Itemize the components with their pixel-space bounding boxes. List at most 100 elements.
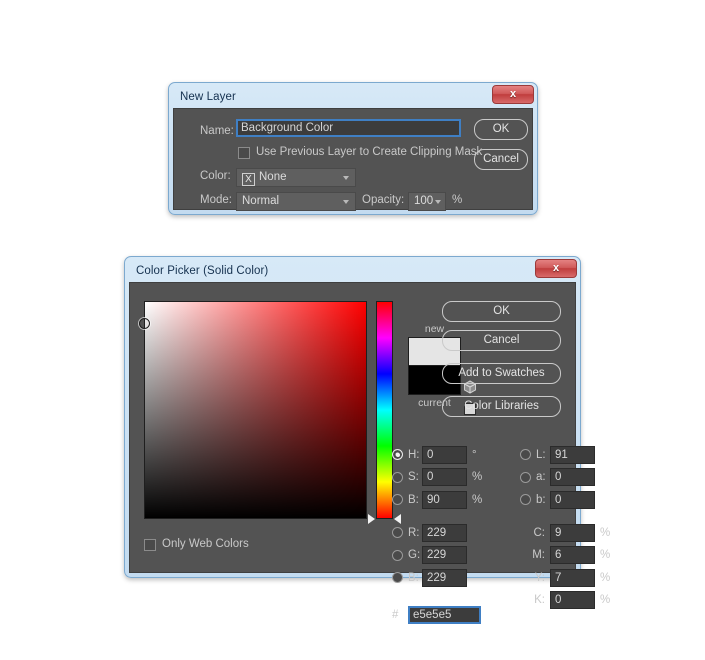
cmyk-row: K: %: [520, 591, 612, 610]
hex-prefix-label: #: [392, 609, 408, 621]
opacity-value: 100: [414, 195, 433, 207]
radio-b-blue[interactable]: [392, 572, 403, 583]
add-to-swatches-button[interactable]: Add to Swatches: [442, 363, 561, 384]
cmyk-row: M: %: [520, 546, 612, 565]
new-layer-title-text: New Layer: [180, 91, 236, 103]
rgb-row: G:: [392, 546, 484, 565]
hex-input[interactable]: [408, 606, 481, 624]
g-label: G:: [408, 549, 422, 561]
s-label: S:: [408, 471, 422, 483]
name-label: Name:: [200, 125, 234, 137]
hue-slider[interactable]: [376, 301, 393, 519]
b-lab-input[interactable]: [550, 491, 595, 509]
y-input[interactable]: [550, 569, 595, 587]
lab-row: L:: [520, 445, 612, 464]
l-label: L:: [536, 449, 550, 461]
hsb-row: S: %: [392, 468, 484, 487]
h-unit: °: [472, 449, 484, 461]
h-label: H:: [408, 449, 422, 461]
cmyk-row: Y: %: [520, 568, 612, 587]
color-picker-titlebar: Color Picker (Solid Color): [129, 261, 576, 282]
l-input[interactable]: [550, 446, 595, 464]
rgb-group: R: G: B:: [392, 523, 484, 591]
k-input[interactable]: [550, 591, 595, 609]
b-blue-input[interactable]: [422, 569, 467, 587]
cmyk-group: C: % M: % Y: % K:: [520, 523, 612, 613]
chevron-down-icon: [343, 200, 349, 204]
saturation-brightness-field[interactable]: [144, 301, 367, 519]
new-layer-cancel-button[interactable]: Cancel: [474, 149, 528, 170]
hsb-group: H: ° S: % B: %: [392, 445, 484, 513]
radio-r[interactable]: [392, 527, 403, 538]
b-brightness-input[interactable]: [422, 491, 467, 509]
new-layer-name-row: Name:: [200, 121, 234, 139]
radio-h[interactable]: [392, 449, 403, 460]
new-layer-body: Name: Use Previous Layer to Create Clipp…: [173, 108, 533, 210]
color-picker-buttons: OK Cancel Add to Swatches Color Librarie…: [442, 301, 561, 425]
color-picker-dialog: Color Picker (Solid Color) x Only Web Co…: [124, 256, 581, 578]
new-layer-close-button[interactable]: x: [492, 85, 534, 104]
blend-mode-select[interactable]: Normal: [236, 192, 356, 211]
hsb-row: B: %: [392, 490, 484, 509]
layer-color-select[interactable]: X None: [236, 168, 356, 187]
m-input[interactable]: [550, 546, 595, 564]
only-web-colors-label: Only Web Colors: [162, 538, 249, 550]
new-layer-titlebar: New Layer: [173, 87, 533, 108]
y-unit: %: [600, 572, 612, 584]
hex-row: #: [392, 605, 481, 624]
layer-name-input[interactable]: [236, 119, 461, 137]
color-picker-body: Only Web Colors new current: [129, 282, 576, 573]
a-label: a:: [536, 471, 550, 483]
no-color-icon: X: [242, 173, 255, 186]
b-blue-label: B:: [408, 572, 422, 584]
cmyk-row: C: %: [520, 523, 612, 542]
radio-a[interactable]: [520, 472, 531, 483]
g-input[interactable]: [422, 546, 467, 564]
new-layer-ok-button[interactable]: OK: [474, 119, 528, 140]
a-input[interactable]: [550, 468, 595, 486]
layer-color-value: None: [259, 171, 287, 183]
opacity-stepper[interactable]: 100: [408, 192, 446, 211]
s-unit: %: [472, 471, 484, 483]
chevron-down-icon: [343, 176, 349, 180]
radio-s[interactable]: [392, 472, 403, 483]
clipping-mask-label: Use Previous Layer to Create Clipping Ma…: [256, 146, 482, 158]
color-picker-cancel-button[interactable]: Cancel: [442, 330, 561, 351]
radio-g[interactable]: [392, 550, 403, 561]
color-picker-title-text: Color Picker (Solid Color): [136, 265, 268, 277]
new-layer-dialog: New Layer x Name: Use Previous Layer to …: [168, 82, 538, 215]
y-label: Y:: [520, 572, 550, 584]
c-unit: %: [600, 527, 612, 539]
only-web-colors-checkbox[interactable]: [144, 539, 156, 551]
color-picker-close-button[interactable]: x: [535, 259, 577, 278]
blend-mode-value: Normal: [242, 195, 279, 207]
lab-group: L: a: b:: [520, 445, 612, 513]
b-brightness-unit: %: [472, 494, 484, 506]
radio-b-lab[interactable]: [520, 494, 531, 505]
hue-slider-handle-left[interactable]: [368, 514, 375, 524]
b-brightness-label: B:: [408, 494, 422, 506]
radio-l[interactable]: [520, 449, 531, 460]
k-label: K:: [520, 594, 550, 606]
m-unit: %: [600, 549, 612, 561]
m-label: M:: [520, 549, 550, 561]
c-input[interactable]: [550, 524, 595, 542]
h-input[interactable]: [422, 446, 467, 464]
color-field-marker[interactable]: [139, 318, 150, 329]
opacity-label: Opacity:: [362, 194, 404, 206]
clipping-mask-checkbox[interactable]: [238, 147, 250, 159]
r-label: R:: [408, 527, 422, 539]
rgb-row: R:: [392, 523, 484, 542]
color-label: Color:: [200, 170, 231, 182]
b-lab-label: b:: [536, 494, 550, 506]
lab-row: b:: [520, 490, 612, 509]
color-picker-ok-button[interactable]: OK: [442, 301, 561, 322]
screen: New Layer x Name: Use Previous Layer to …: [0, 0, 705, 660]
radio-b-brightness[interactable]: [392, 494, 403, 505]
rgb-row: B:: [392, 568, 484, 587]
k-unit: %: [600, 594, 612, 606]
opacity-unit: %: [452, 194, 462, 206]
s-input[interactable]: [422, 468, 467, 486]
color-libraries-button[interactable]: Color Libraries: [442, 396, 561, 417]
r-input[interactable]: [422, 524, 467, 542]
